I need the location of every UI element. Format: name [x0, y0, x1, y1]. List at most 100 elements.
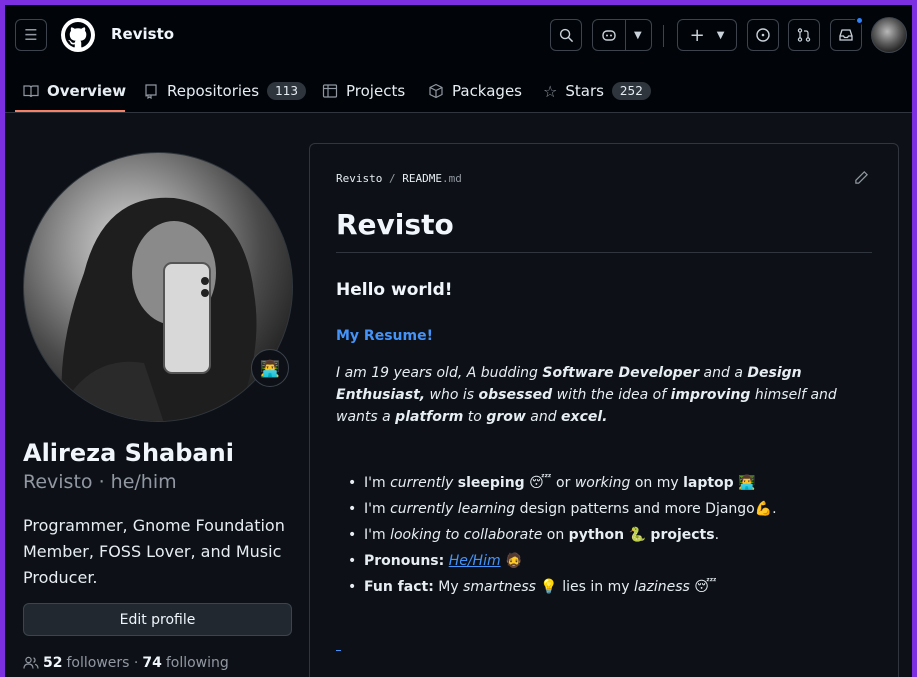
tab-repositories[interactable]: Repositories 113	[143, 69, 307, 113]
inbox-icon	[839, 29, 853, 41]
github-icon	[65, 22, 91, 48]
readme-hello: Hello world!	[336, 280, 453, 300]
list-bold: sleeping	[457, 475, 525, 491]
notification-dot	[855, 16, 864, 25]
tab-overview[interactable]: Overview	[23, 69, 126, 113]
list-italic: looking to collaborate	[390, 527, 543, 543]
list-bold: Fun fact:	[364, 579, 434, 595]
list-bold: python	[568, 527, 625, 543]
list-item: I'm currently learning design patterns a…	[344, 496, 874, 522]
user-avatar[interactable]	[871, 17, 907, 53]
resume-link[interactable]: My Resume!	[336, 328, 433, 344]
technologist-emoji: 👨‍💻	[733, 475, 756, 491]
tab-label: Stars	[565, 82, 604, 100]
followers-label[interactable]: followers ·	[66, 655, 138, 671]
list-text: I'm	[364, 475, 391, 491]
readme-path-user[interactable]: Revisto	[336, 172, 382, 185]
copilot-icon	[602, 30, 616, 41]
pull-requests-button[interactable]	[788, 19, 820, 51]
list-italic: laziness	[634, 579, 690, 595]
readme-path: Revisto / README.md	[336, 172, 462, 185]
following-label[interactable]: following	[166, 655, 229, 671]
stars-count: 252	[611, 82, 651, 100]
package-icon	[429, 83, 443, 99]
lightbulb-emoji: 💡	[535, 579, 558, 595]
readme-trailing-link[interactable]	[336, 650, 341, 651]
intro-bold: platform	[395, 409, 464, 425]
avatar-photo	[54, 197, 257, 421]
readme-path-separator: /	[388, 172, 396, 185]
readme-path-file[interactable]: README	[402, 172, 442, 185]
github-logo[interactable]	[61, 18, 95, 52]
list-bold: laptop	[683, 475, 734, 491]
app-header: ☰ Revisto ▼ + ▼ Overview Repositories 11…	[5, 5, 912, 113]
list-italic: working	[574, 475, 631, 491]
readme-path-ext: .md	[441, 172, 462, 185]
tab-label: Packages	[452, 82, 522, 100]
intro-bold: improving	[670, 387, 751, 403]
star-icon: ☆	[543, 81, 558, 101]
bearded-person-emoji: 🧔	[500, 553, 523, 569]
followers-count[interactable]: 52	[43, 655, 62, 671]
menu-button[interactable]: ☰	[15, 19, 47, 51]
profile-login: Revisto · he/him	[23, 471, 177, 493]
intro-text: who is	[425, 387, 479, 403]
pronouns-link[interactable]: He/Him	[449, 553, 501, 569]
snake-emoji: 🐍	[624, 527, 651, 543]
profile-fullname: Alireza Shabani	[23, 439, 234, 467]
intro-bold: obsessed	[478, 387, 553, 403]
list-item: Fun fact: My smartness 💡 lies in my lazi…	[344, 574, 874, 600]
hamburger-icon: ☰	[24, 26, 38, 44]
sleeping-emoji: 😴	[689, 579, 717, 595]
copilot-button[interactable]: ▼	[592, 19, 652, 51]
issues-button[interactable]	[747, 19, 779, 51]
tab-label: Projects	[346, 82, 406, 100]
profile-avatar[interactable]	[23, 152, 293, 422]
edit-readme-button[interactable]	[854, 170, 869, 189]
pull-request-icon	[797, 28, 811, 42]
tab-packages[interactable]: Packages	[428, 69, 522, 113]
list-text: I'm	[364, 527, 391, 543]
profile-tabs: Overview Repositories 113 Projects Packa…	[5, 69, 912, 113]
pencil-icon	[855, 171, 868, 184]
intro-text: and a	[699, 365, 748, 381]
create-new-button[interactable]: + ▼	[677, 19, 737, 51]
list-text: .	[772, 501, 777, 517]
list-item: I'm currently sleeping 😴 or working on m…	[344, 470, 874, 496]
list-text: design patterns and more Django	[515, 501, 755, 517]
header-username[interactable]: Revisto	[111, 25, 174, 43]
list-text: I'm	[364, 501, 391, 517]
intro-text: with the idea of	[552, 387, 671, 403]
list-item: Pronouns: He/Him 🧔	[344, 548, 874, 574]
issue-icon	[756, 28, 770, 42]
chevron-down-icon[interactable]: ▼	[634, 30, 642, 41]
edit-profile-button[interactable]: Edit profile	[23, 603, 292, 636]
active-tab-indicator	[15, 110, 125, 112]
profile-bio: Programmer, Gnome Foundation Member, FOS…	[23, 516, 285, 587]
list-italic: currently	[390, 475, 454, 491]
readme-title: Revisto	[336, 208, 454, 241]
list-text: on my	[630, 475, 684, 491]
list-bold: projects	[650, 527, 715, 543]
intro-text: and	[525, 409, 562, 425]
copilot-divider	[625, 20, 626, 50]
book-icon	[23, 85, 39, 98]
header-separator	[663, 25, 664, 47]
search-icon	[559, 28, 573, 42]
project-icon	[322, 84, 338, 98]
tab-label: Overview	[47, 82, 127, 100]
readme-card: Revisto / README.md Revisto Hello world!…	[309, 143, 899, 677]
search-button[interactable]	[550, 19, 582, 51]
status-button[interactable]: 👨‍💻	[251, 349, 289, 387]
list-text: .	[714, 527, 720, 543]
list-text: on	[542, 527, 569, 543]
follow-stats: 52 followers · 74 following	[23, 655, 229, 671]
list-bold: Pronouns:	[364, 553, 445, 569]
list-italic: smartness	[463, 579, 536, 595]
tab-stars[interactable]: ☆ Stars 252	[543, 69, 651, 113]
readme-title-rule	[336, 252, 872, 253]
repo-icon	[145, 84, 157, 99]
intro-bold: grow	[486, 409, 526, 425]
following-count[interactable]: 74	[142, 655, 161, 671]
tab-projects[interactable]: Projects	[322, 69, 405, 113]
